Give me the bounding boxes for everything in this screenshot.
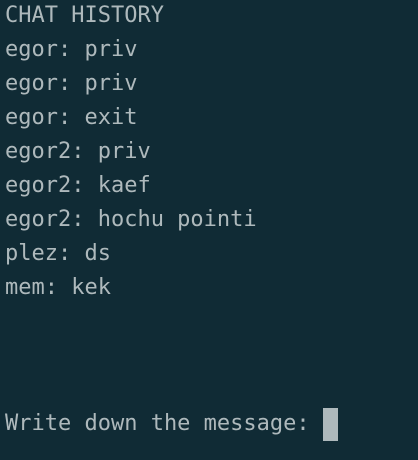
message-prompt: Write down the message: [5, 411, 323, 436]
message-input[interactable]: Write down the message: [5, 407, 338, 441]
chat-message: mem: kek [5, 275, 111, 300]
text-cursor[interactable] [322, 407, 338, 441]
chat-message: plez: ds [5, 241, 111, 266]
chat-message: egor: priv [5, 37, 138, 62]
chat-message: egor: exit [5, 105, 138, 130]
chat-history-title: CHAT HISTORY [5, 3, 164, 28]
chat-message: egor2: hochu pointi [5, 207, 257, 232]
terminal-window: CHAT HISTORY egor: priv egor: priv egor:… [0, 0, 418, 460]
chat-message: egor2: priv [5, 139, 151, 164]
chat-message: egor: priv [5, 71, 138, 96]
chat-message: egor2: kaef [5, 173, 151, 198]
chat-history-list: egor: priv egor: priv egor: exit egor2: … [5, 36, 257, 308]
